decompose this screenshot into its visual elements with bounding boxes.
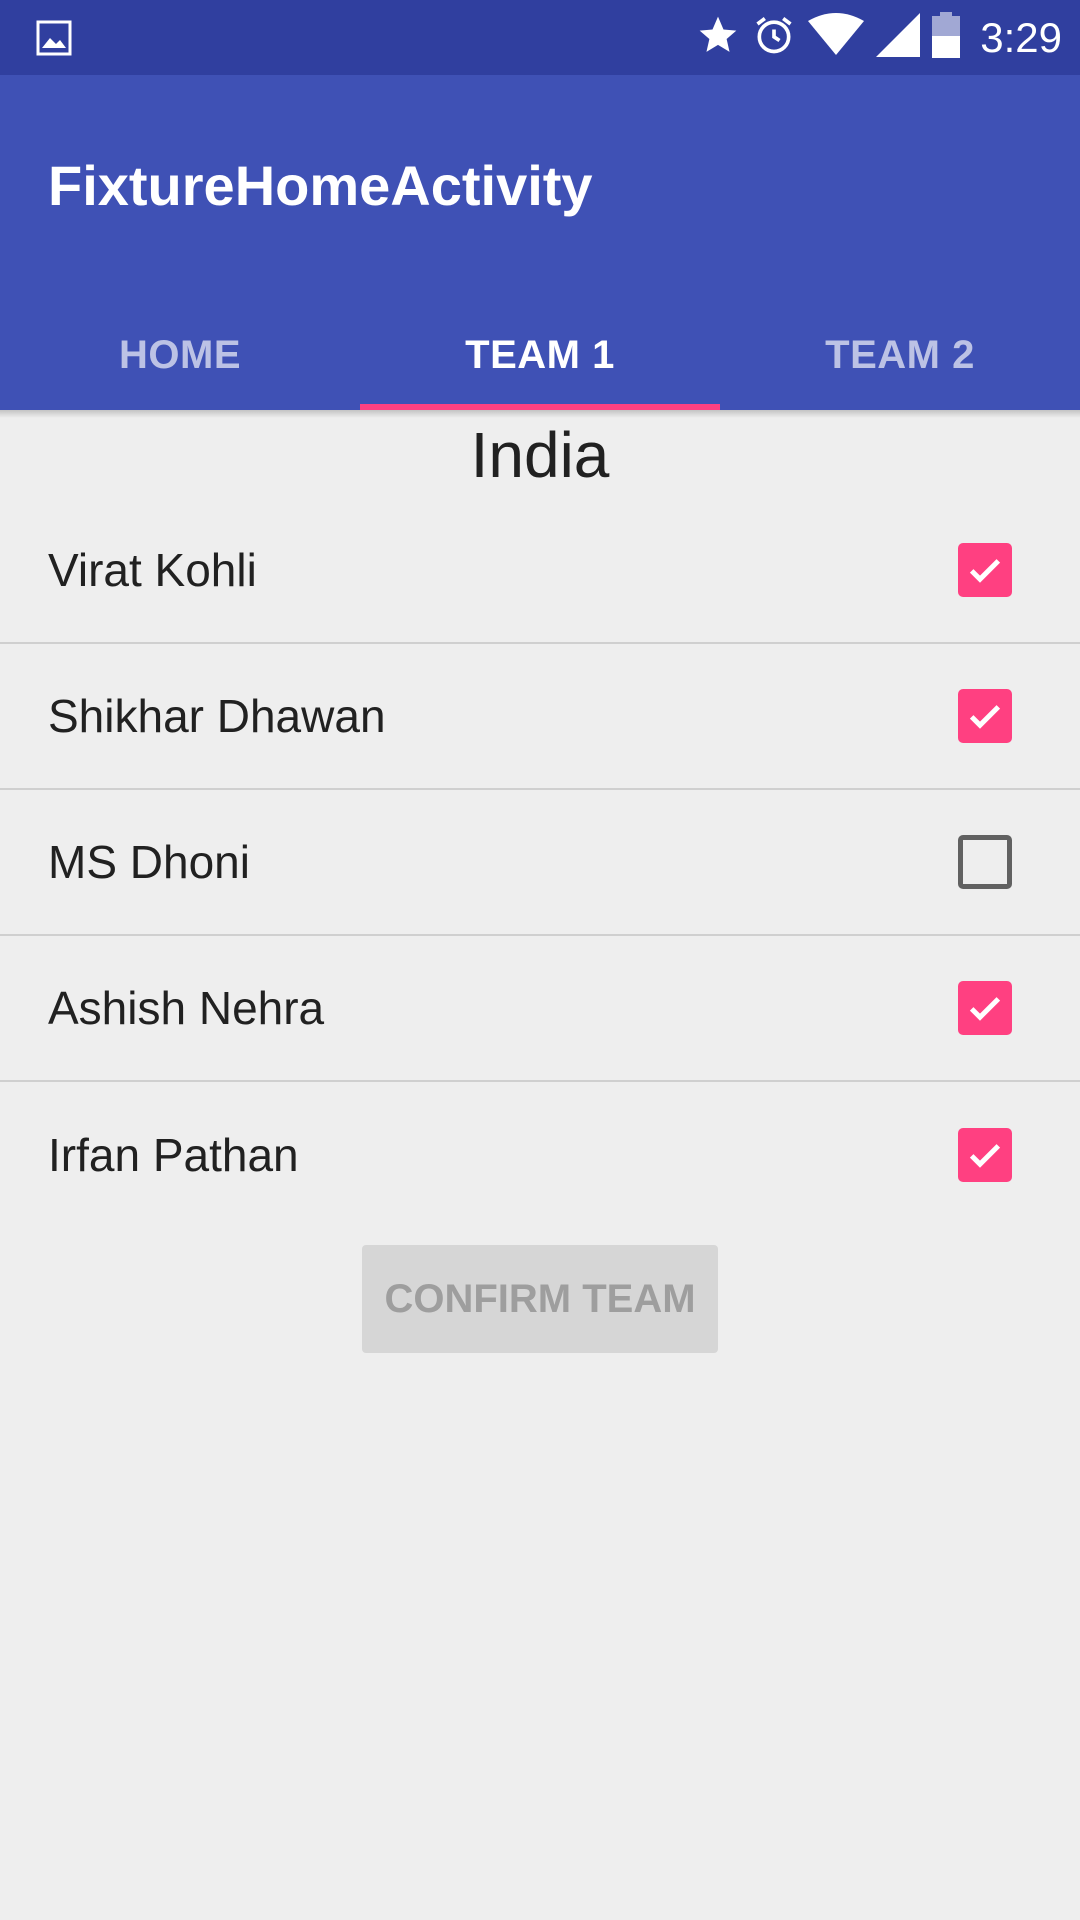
player-row[interactable]: Irfan Pathan <box>0 1082 1080 1228</box>
tab-team-2[interactable]: TEAM 2 <box>720 300 1080 410</box>
player-row[interactable]: Virat Kohli <box>0 498 1080 644</box>
player-name: Irfan Pathan <box>48 1129 299 1181</box>
confirm-team-button[interactable]: CONFIRM TEAM <box>362 1245 718 1353</box>
tab-home[interactable]: HOME <box>0 300 360 410</box>
checkmark-icon <box>969 705 1001 729</box>
wifi-icon <box>808 13 865 62</box>
tab-team-1[interactable]: TEAM 1 <box>360 300 720 410</box>
app-bar: FixtureHomeActivity HOME TEAM 1 TEAM 2 <box>0 75 1080 410</box>
checkmark-icon <box>969 997 1001 1021</box>
tab-bar: HOME TEAM 1 TEAM 2 <box>0 300 1080 410</box>
player-name: Ashish Nehra <box>48 982 325 1034</box>
checkmark-icon <box>969 559 1001 583</box>
player-checkbox[interactable] <box>958 1128 1012 1182</box>
player-row[interactable]: MS Dhoni <box>0 790 1080 936</box>
team-name-heading: India <box>470 419 610 491</box>
star-icon <box>696 13 740 62</box>
player-checkbox[interactable] <box>958 981 1012 1035</box>
checkmark-icon <box>969 1144 1001 1168</box>
app-bar-shadow <box>0 410 1080 418</box>
signal-icon <box>876 13 921 62</box>
player-name: MS Dhoni <box>48 836 250 888</box>
player-checkbox[interactable] <box>958 543 1012 597</box>
battery-icon <box>932 12 961 63</box>
clock: 3:29 <box>980 13 1062 61</box>
status-bar: 3:29 <box>0 0 1080 75</box>
app-title: FixtureHomeActivity <box>48 154 593 217</box>
player-name: Shikhar Dhawan <box>48 690 386 742</box>
player-checkbox[interactable] <box>958 835 1012 889</box>
player-name: Virat Kohli <box>48 544 257 596</box>
player-checkbox[interactable] <box>958 689 1012 743</box>
image-notification-icon <box>36 20 72 56</box>
player-list: Virat Kohli Shikhar Dhawan MS Dhoni Ashi… <box>0 498 1080 1228</box>
player-row[interactable]: Ashish Nehra <box>0 936 1080 1082</box>
alarm-icon <box>752 13 796 62</box>
player-row[interactable]: Shikhar Dhawan <box>0 644 1080 790</box>
